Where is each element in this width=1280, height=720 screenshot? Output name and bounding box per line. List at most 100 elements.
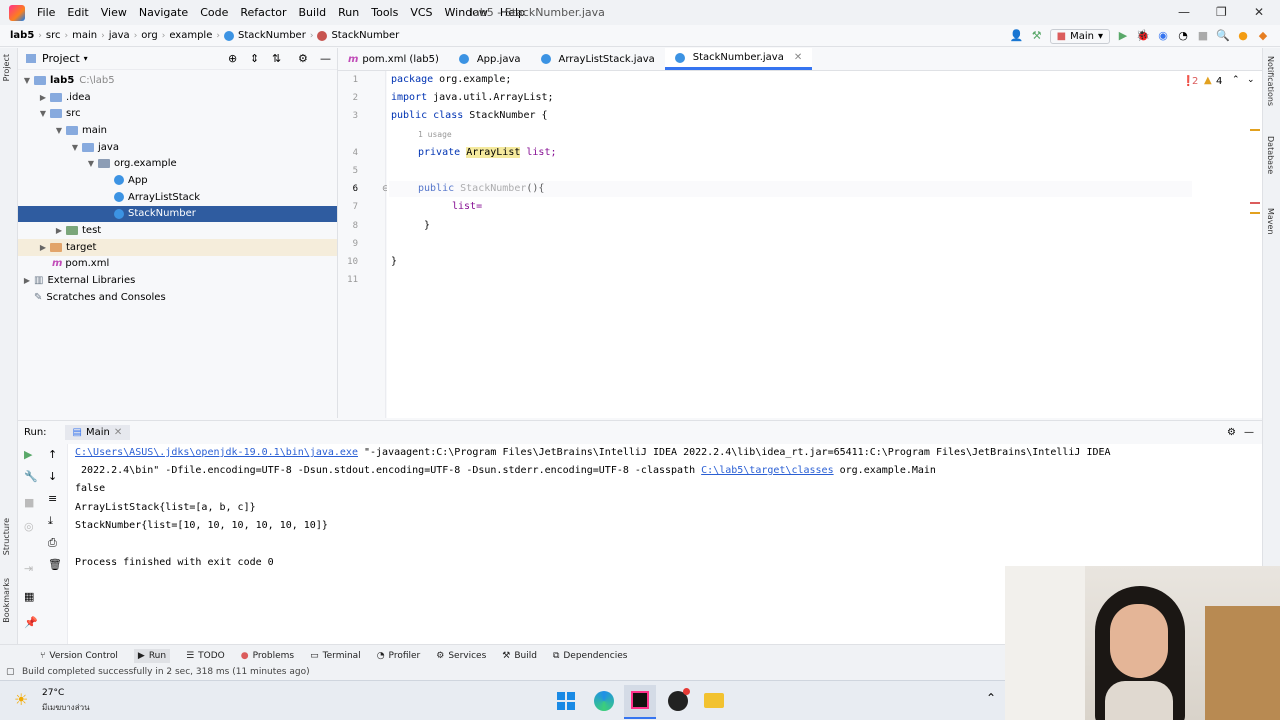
usage-hint[interactable]: 1 usage bbox=[418, 130, 452, 139]
warning-marker[interactable] bbox=[1250, 129, 1260, 131]
profile-icon[interactable]: ◔ bbox=[1176, 29, 1190, 43]
breadcrumb-main[interactable]: main bbox=[68, 30, 101, 41]
tree-item-java[interactable]: ▼ java bbox=[18, 139, 337, 156]
tree-item-scratches[interactable]: ✎ Scratches and Consoles bbox=[18, 289, 337, 306]
database-tool-button[interactable]: Database bbox=[1266, 136, 1275, 174]
close-icon[interactable]: ✕ bbox=[1254, 5, 1264, 19]
stop-icon[interactable]: ■ bbox=[1196, 29, 1210, 43]
search-icon[interactable]: 🔍 bbox=[1216, 29, 1230, 43]
tree-item-lab5[interactable]: ▼ lab5 C:\lab5 bbox=[18, 72, 337, 89]
exit-icon[interactable]: ⇥ bbox=[24, 562, 33, 575]
tree-item-stacknumber[interactable]: StackNumber bbox=[18, 205, 337, 223]
breadcrumb-class[interactable]: StackNumber bbox=[220, 30, 310, 41]
menu-file[interactable]: File bbox=[31, 6, 61, 19]
chevron-up-icon[interactable]: ⌃ bbox=[1232, 75, 1240, 85]
chevron-down-icon[interactable]: ▼ bbox=[54, 126, 64, 135]
build-hammer-icon[interactable]: ⚒ bbox=[1030, 29, 1044, 43]
chevron-right-icon[interactable]: ▶ bbox=[54, 226, 64, 235]
status-message[interactable]: Build completed successfully in 2 sec, 3… bbox=[22, 667, 310, 677]
weather-desc[interactable]: มีเมฆบางส่วน bbox=[42, 701, 90, 714]
gear-icon[interactable]: ⚙ bbox=[1227, 427, 1236, 438]
weather-icon[interactable]: ☀ bbox=[14, 690, 28, 709]
locate-icon[interactable]: ⊕ bbox=[228, 52, 237, 65]
tree-item-app[interactable]: App bbox=[18, 172, 337, 189]
down-arrow-icon[interactable]: ↓ bbox=[48, 470, 57, 483]
notifications-tool-button[interactable]: Notifications bbox=[1266, 56, 1275, 106]
close-tab-icon[interactable]: ✕ bbox=[794, 52, 802, 63]
breadcrumb-method[interactable]: StackNumber bbox=[313, 30, 403, 41]
user-icon[interactable]: 👤 bbox=[1010, 29, 1024, 43]
wrench-icon[interactable]: 🔧 bbox=[24, 470, 38, 483]
chevron-down-icon[interactable]: ▼ bbox=[86, 159, 96, 168]
run-config-selector[interactable]: ■ Main ▾ bbox=[1049, 28, 1110, 44]
tree-item-src[interactable]: ▼ src bbox=[18, 105, 337, 122]
trash-icon[interactable]: 🗑 bbox=[48, 558, 62, 571]
chevron-down-icon[interactable]: ▾ bbox=[84, 54, 88, 63]
project-tool-button[interactable]: Project bbox=[2, 54, 11, 81]
close-tab-icon[interactable]: ✕ bbox=[114, 427, 122, 438]
tab-app[interactable]: App.java bbox=[449, 48, 531, 70]
menu-view[interactable]: View bbox=[95, 6, 133, 19]
tree-item-test[interactable]: ▶ test bbox=[18, 222, 337, 239]
chevron-up-icon[interactable]: ⌃ bbox=[986, 691, 996, 705]
scroll-to-end-icon[interactable]: ⤓ bbox=[48, 514, 53, 528]
breadcrumb-example[interactable]: example bbox=[165, 30, 216, 41]
menu-refactor[interactable]: Refactor bbox=[234, 6, 292, 19]
update-icon[interactable]: ● bbox=[1236, 29, 1250, 43]
menu-run[interactable]: Run bbox=[332, 6, 365, 19]
hide-panel-icon[interactable]: — bbox=[1244, 427, 1254, 438]
run-tab-main[interactable]: ▤ Main ✕ bbox=[64, 425, 131, 440]
tool-problems[interactable]: ● Problems bbox=[241, 651, 294, 661]
status-icon[interactable]: ▢ bbox=[6, 666, 15, 678]
tab-stacknumber[interactable]: StackNumber.java ✕ bbox=[664, 48, 813, 70]
tree-item-idea[interactable]: ▶ .idea bbox=[18, 89, 337, 106]
up-arrow-icon[interactable]: ↑ bbox=[48, 448, 57, 461]
hide-panel-icon[interactable]: — bbox=[320, 52, 331, 65]
breadcrumb-src[interactable]: src bbox=[42, 30, 65, 41]
tab-arrayliststack[interactable]: ArrayListStack.java bbox=[531, 48, 665, 70]
menu-navigate[interactable]: Navigate bbox=[133, 6, 194, 19]
pin-icon[interactable]: 📌 bbox=[24, 616, 38, 629]
layout-icon[interactable]: ▦ bbox=[24, 590, 34, 603]
classpath-link[interactable]: C:\lab5\target\classes bbox=[701, 465, 833, 476]
tree-item-main[interactable]: ▼ main bbox=[18, 122, 337, 139]
maximize-icon[interactable]: ❐ bbox=[1216, 5, 1227, 19]
camera-icon[interactable]: ◎ bbox=[24, 520, 34, 533]
chevron-down-icon[interactable]: ▼ bbox=[70, 143, 80, 152]
tree-item-pom[interactable]: m pom.xml bbox=[18, 256, 337, 273]
warning-marker[interactable] bbox=[1250, 212, 1260, 214]
collapse-all-icon[interactable]: ⇅ bbox=[272, 52, 281, 65]
code-editor[interactable]: package org.example; import java.util.Ar… bbox=[387, 71, 1192, 418]
tool-version-control[interactable]: ⑂ Version Control bbox=[40, 651, 118, 661]
coverage-icon[interactable]: ◉ bbox=[1156, 29, 1170, 43]
menu-edit[interactable]: Edit bbox=[61, 6, 94, 19]
bookmarks-tool-button[interactable]: Bookmarks bbox=[2, 578, 11, 623]
tree-item-arrayliststack[interactable]: ArrayListStack bbox=[18, 189, 337, 206]
chevron-right-icon[interactable]: ▶ bbox=[38, 93, 48, 102]
chevron-down-icon[interactable]: ▼ bbox=[38, 109, 48, 118]
minimize-icon[interactable]: — bbox=[1178, 5, 1190, 19]
maven-tool-button[interactable]: Maven bbox=[1266, 208, 1275, 235]
gear-icon[interactable]: ⚙ bbox=[298, 52, 308, 65]
warning-icon[interactable]: ▲ bbox=[1204, 75, 1212, 86]
java-path-link[interactable]: C:\Users\ASUS\.jdks\openjdk-19.0.1\bin\j… bbox=[75, 447, 358, 458]
tool-dependencies[interactable]: ⧉ Dependencies bbox=[553, 651, 628, 661]
expand-all-icon[interactable]: ⇕ bbox=[250, 52, 259, 65]
print-icon[interactable]: ⎙ bbox=[48, 536, 57, 550]
tool-run[interactable]: ▶ Run bbox=[133, 648, 171, 663]
chevron-right-icon[interactable]: ▶ bbox=[22, 276, 32, 285]
file-explorer-icon[interactable] bbox=[704, 693, 724, 708]
run-icon[interactable]: ▶ bbox=[1116, 29, 1130, 43]
breadcrumb-java[interactable]: java bbox=[105, 30, 134, 41]
chevron-right-icon[interactable]: ▶ bbox=[38, 243, 48, 252]
tool-profiler[interactable]: ◔ Profiler bbox=[377, 651, 421, 661]
menu-build[interactable]: Build bbox=[293, 6, 333, 19]
breadcrumb-org[interactable]: org bbox=[137, 30, 161, 41]
tool-terminal[interactable]: ▭ Terminal bbox=[310, 651, 361, 661]
error-marker[interactable] bbox=[1250, 202, 1260, 204]
project-panel-title[interactable]: Project bbox=[42, 52, 80, 65]
breadcrumb-lab5[interactable]: lab5 bbox=[0, 30, 38, 41]
menu-tools[interactable]: Tools bbox=[365, 6, 404, 19]
tool-build[interactable]: ⚒ Build bbox=[502, 651, 537, 661]
soft-wrap-icon[interactable]: ≡ bbox=[48, 492, 57, 505]
